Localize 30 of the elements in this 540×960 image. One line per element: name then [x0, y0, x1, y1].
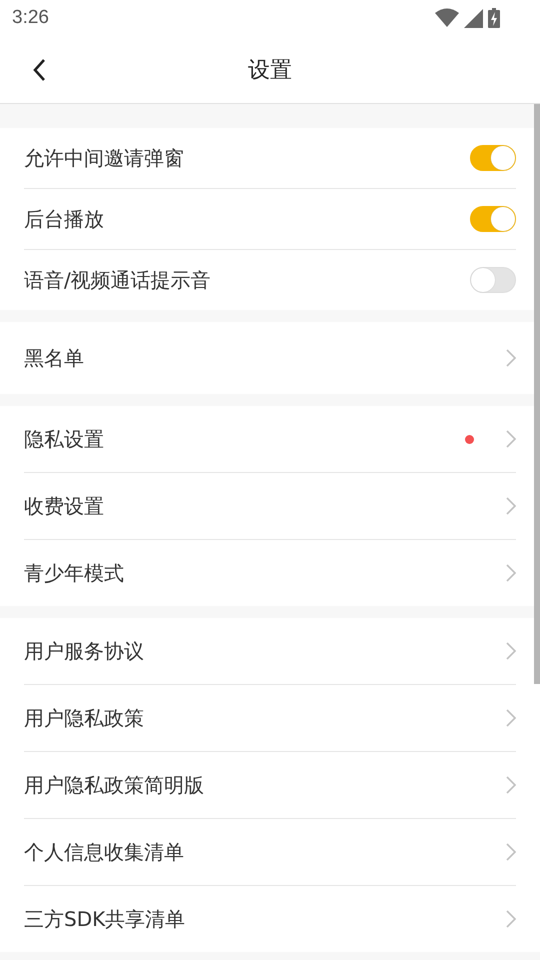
status-time: 3:26	[12, 7, 49, 29]
setting-label: 用户隐私政策	[24, 704, 145, 732]
setting-label: 收费设置	[24, 492, 105, 520]
toggle-switch[interactable]	[470, 206, 516, 232]
setting-label: 黑名单	[24, 344, 85, 372]
chevron-icon[interactable]	[506, 776, 516, 794]
chevron-icon[interactable]	[506, 497, 516, 515]
setting-label: 语音/视频通话提示音	[24, 266, 212, 294]
setting-label: 后台播放	[24, 206, 105, 232]
chevron-icon[interactable]	[506, 349, 516, 367]
battery-icon	[488, 8, 500, 28]
chevron-icon[interactable]	[506, 430, 516, 448]
setting-label: 用户隐私政策简明版	[24, 772, 205, 798]
setting-label: 三方SDK共享清单	[24, 906, 186, 932]
page-title: 设置	[248, 56, 292, 84]
setting-label: 个人信息收集清单	[24, 838, 185, 866]
chevron-icon[interactable]	[506, 843, 516, 861]
setting-label: 隐私设置	[24, 426, 105, 452]
chevron-icon[interactable]	[506, 642, 516, 660]
wifi-icon	[435, 8, 459, 28]
setting-label: 用户服务协议	[24, 638, 145, 664]
chevron-icon[interactable]	[506, 564, 516, 582]
toggle-switch[interactable]	[470, 145, 516, 171]
signal-icon	[464, 8, 483, 28]
chevron-icon[interactable]	[506, 709, 516, 727]
setting-label: 允许中间邀请弹窗	[24, 144, 185, 172]
chevron-icon[interactable]	[506, 910, 516, 928]
setting-label: 青少年模式	[24, 560, 125, 586]
back-icon[interactable]	[32, 58, 46, 82]
toggle-switch[interactable]	[470, 267, 516, 293]
